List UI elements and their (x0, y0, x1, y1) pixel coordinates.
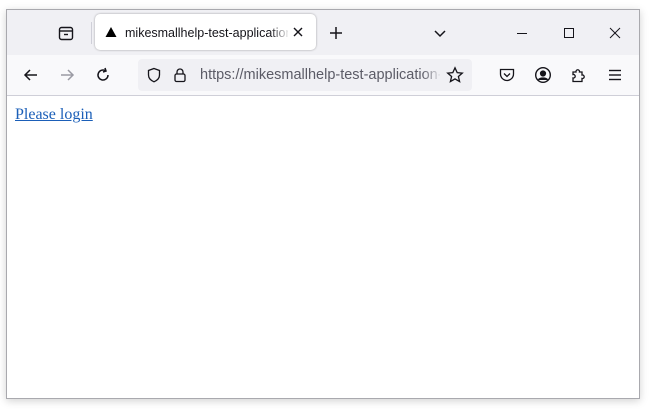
chevron-down-icon (433, 26, 447, 40)
reload-icon (95, 67, 111, 83)
plus-icon (329, 26, 343, 40)
close-window-button[interactable] (592, 18, 638, 48)
browser-window: mikesmallhelp-test-application https://m… (6, 9, 640, 399)
forward-button[interactable] (54, 62, 80, 88)
pocket-button[interactable] (496, 64, 518, 86)
tab-strip: mikesmallhelp-test-application (7, 10, 639, 55)
tab-separator (91, 22, 92, 44)
close-tab-icon[interactable] (290, 24, 306, 40)
page-content: Please login (7, 96, 639, 398)
lock-icon[interactable] (172, 67, 188, 83)
hamburger-menu-icon (607, 67, 623, 83)
close-icon (609, 27, 621, 39)
star-icon[interactable] (446, 66, 464, 84)
url-fade (422, 65, 442, 85)
new-tab-button[interactable] (325, 22, 347, 44)
tab-title-fade (270, 22, 290, 44)
triangle-icon (105, 26, 117, 38)
maximize-icon (563, 27, 575, 39)
address-bar[interactable]: https://mikesmallhelp-test-application- (138, 59, 472, 91)
puzzle-icon (570, 66, 588, 84)
account-button[interactable] (532, 64, 554, 86)
login-link[interactable]: Please login (15, 106, 93, 124)
minimize-button[interactable] (499, 18, 545, 48)
list-all-tabs-button[interactable] (429, 22, 451, 44)
back-button[interactable] (18, 62, 44, 88)
firefox-view-button[interactable] (51, 20, 81, 46)
extensions-button[interactable] (568, 64, 590, 86)
menu-button[interactable] (604, 64, 626, 86)
url-text[interactable]: https://mikesmallhelp-test-application- (200, 66, 440, 84)
minimize-icon (516, 27, 528, 39)
reload-button[interactable] (90, 62, 116, 88)
shield-icon[interactable] (146, 67, 162, 83)
navigation-toolbar: https://mikesmallhelp-test-application- (7, 55, 639, 96)
tab-active[interactable]: mikesmallhelp-test-application (95, 14, 316, 50)
arrow-right-icon (59, 67, 75, 83)
tab-title: mikesmallhelp-test-application (125, 26, 288, 40)
arrow-left-icon (23, 67, 39, 83)
account-icon (534, 66, 552, 84)
maximize-button[interactable] (546, 18, 592, 48)
firefox-view-icon (57, 24, 75, 42)
pocket-icon (498, 66, 516, 84)
